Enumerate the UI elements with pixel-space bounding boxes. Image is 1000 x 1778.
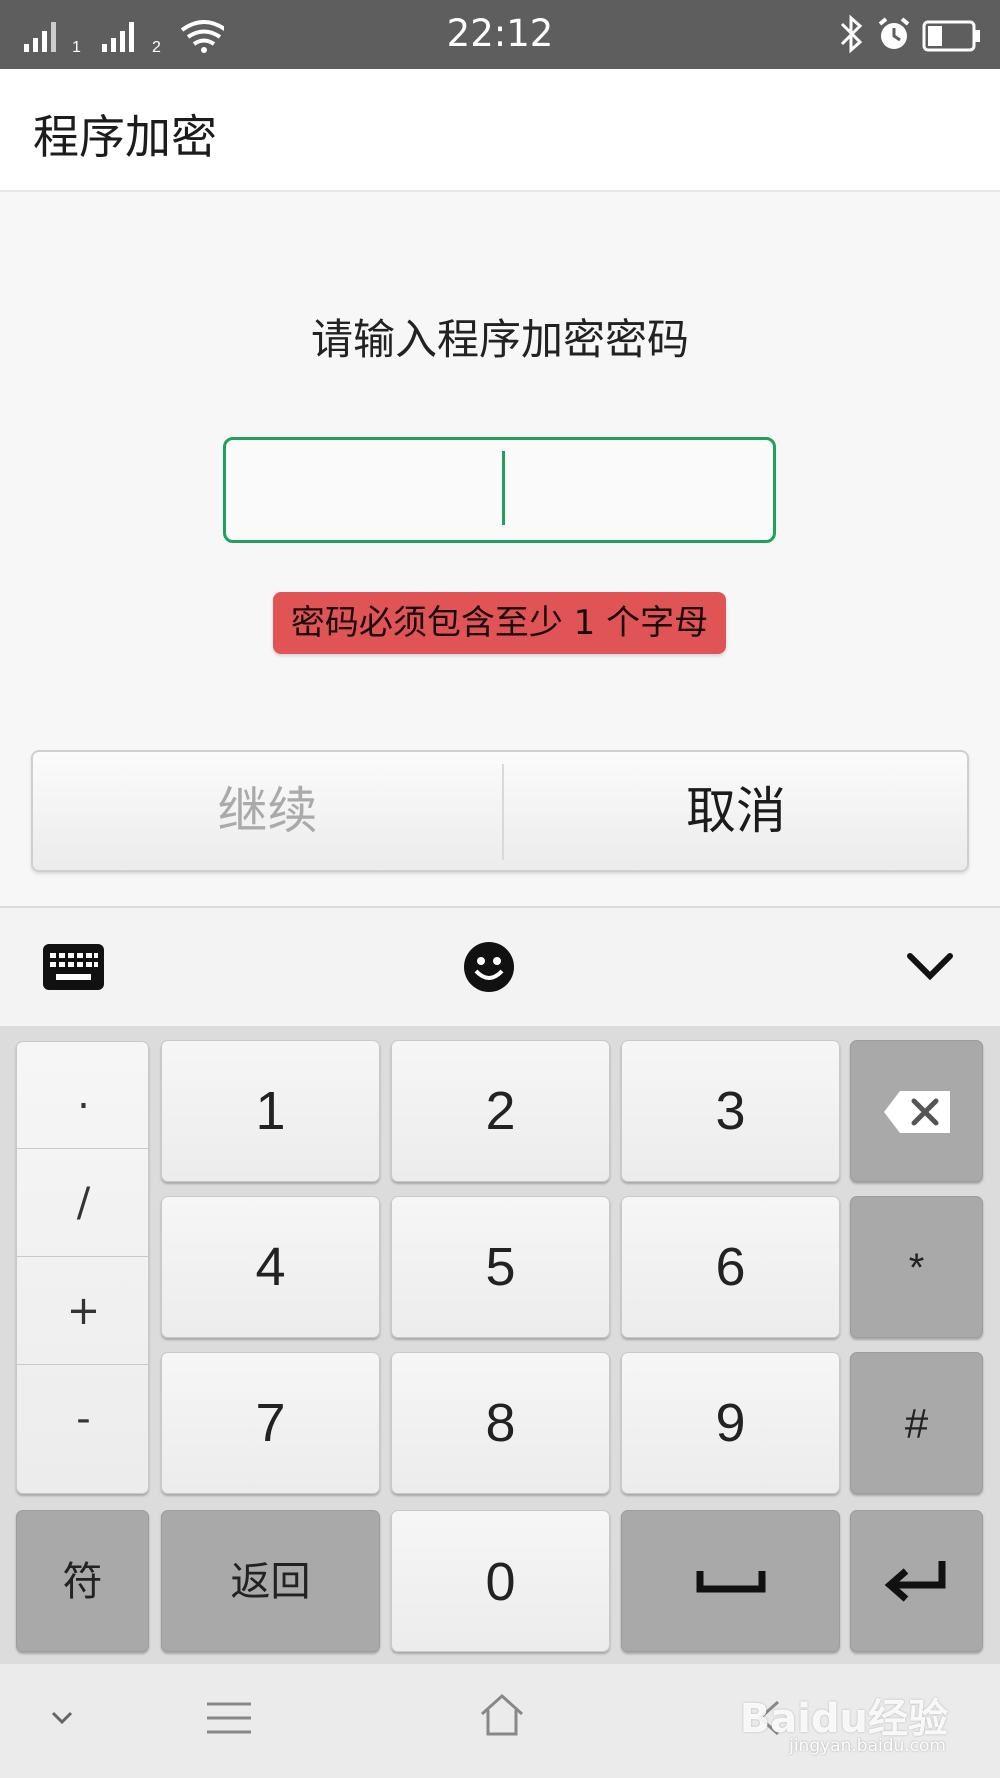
cancel-button[interactable]: 取消 — [503, 752, 969, 870]
password-prompt: 请输入程序加密密码 — [310, 315, 689, 364]
symbol-switch-key[interactable]: 符 — [16, 1510, 149, 1652]
error-badge: 密码必须包含至少 1 个字母 — [273, 592, 726, 654]
space-key[interactable] — [621, 1510, 840, 1652]
collapse-chevron-icon[interactable] — [906, 952, 954, 982]
bluetooth-icon — [840, 14, 863, 54]
app-bar: 程序加密 — [0, 69, 1000, 192]
continue-button[interactable]: 继续 — [33, 752, 502, 870]
status-right-icons — [836, 14, 986, 60]
key-1[interactable]: 1 — [161, 1040, 380, 1182]
key-9[interactable]: 9 — [621, 1352, 840, 1494]
key-0[interactable]: 0 — [391, 1510, 610, 1652]
watermark-url: jingyan.baidu.com — [789, 1736, 946, 1756]
battery-icon — [922, 20, 980, 52]
key-4[interactable]: 4 — [161, 1196, 380, 1338]
hide-keyboard-chevron-icon[interactable] — [50, 1710, 74, 1726]
key-plus[interactable]: + — [17, 1258, 150, 1365]
key-star[interactable]: * — [850, 1196, 983, 1338]
key-slash[interactable]: / — [17, 1150, 150, 1257]
key-3[interactable]: 3 — [621, 1040, 840, 1182]
enter-icon — [884, 1561, 945, 1602]
keyboard-icon[interactable] — [43, 944, 104, 990]
key-7[interactable]: 7 — [161, 1352, 380, 1494]
key-2[interactable]: 2 — [391, 1040, 610, 1182]
password-input[interactable] — [223, 437, 776, 543]
page-title: 程序加密 — [33, 110, 217, 164]
emoji-icon[interactable] — [463, 941, 515, 993]
key-6[interactable]: 6 — [621, 1196, 840, 1338]
alarm-icon — [878, 17, 910, 49]
symbol-column: . / + - — [16, 1041, 150, 1494]
key-dot[interactable]: . — [17, 1042, 150, 1149]
keyboard-toolbar — [0, 906, 1000, 1026]
key-hash[interactable]: # — [850, 1352, 983, 1494]
backspace-icon — [883, 1091, 950, 1133]
dialog-button-group: 继续 取消 — [31, 750, 969, 872]
enter-key[interactable] — [850, 1510, 983, 1652]
key-5[interactable]: 5 — [391, 1196, 610, 1338]
menu-icon[interactable] — [205, 1700, 253, 1736]
home-icon[interactable] — [478, 1692, 526, 1738]
backspace-key[interactable] — [850, 1040, 983, 1182]
status-bar: 1 2 22:12 — [0, 0, 1000, 69]
key-minus[interactable]: - — [17, 1366, 150, 1473]
key-8[interactable]: 8 — [391, 1352, 610, 1494]
back-key[interactable]: 返回 — [161, 1510, 380, 1652]
space-icon — [696, 1571, 765, 1593]
